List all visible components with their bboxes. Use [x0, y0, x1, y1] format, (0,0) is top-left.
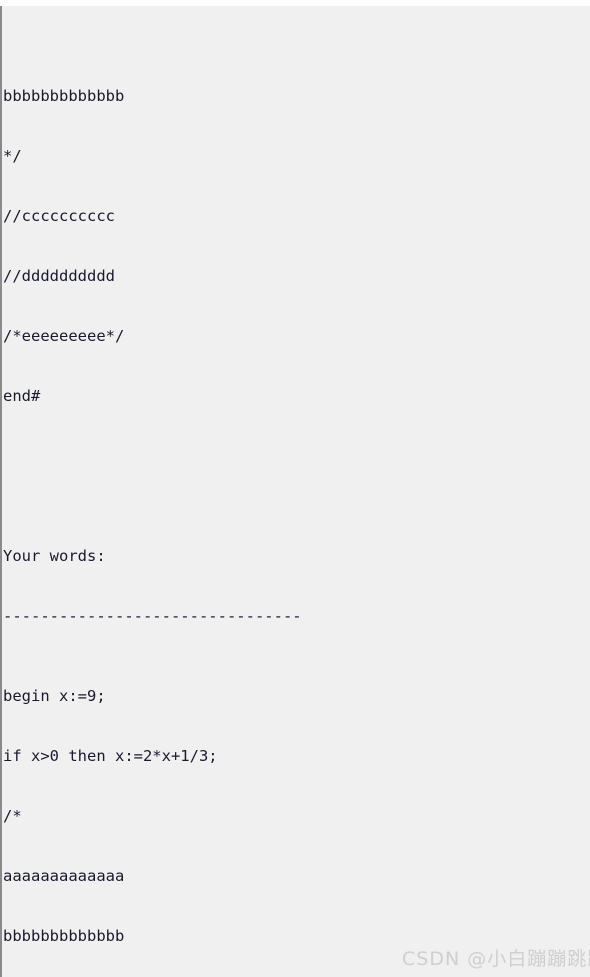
separator-top: -------------------------------- [3, 607, 302, 625]
console-output-stream: bbbbbbbbbbbbb */ //cccccccccc //dddddddd… [3, 6, 588, 977]
echo-line: /*eeeeeeeee*/ [3, 327, 125, 345]
window-left-edge [0, 6, 2, 977]
echo-line: //cccccccccc [3, 207, 115, 225]
echo-line: */ [3, 147, 22, 165]
csdn-watermark: CSDN @小白蹦蹦跳跳 [402, 948, 590, 970]
source-line: bbbbbbbbbbbbb [3, 927, 125, 945]
console-window: bbbbbbbbbbbbb */ //cccccccccc //dddddddd… [0, 0, 590, 977]
source-line: if x>0 then x:=2*x+1/3; [3, 747, 218, 765]
echo-line: end# [3, 387, 41, 405]
your-words-heading: Your words: [3, 547, 106, 565]
source-line: /* [3, 807, 22, 825]
source-line: aaaaaaaaaaaaa [3, 867, 125, 885]
source-line: begin x:=9; [3, 687, 106, 705]
echo-line: bbbbbbbbbbbbb [3, 87, 125, 105]
echo-line: //dddddddddd [3, 267, 115, 285]
